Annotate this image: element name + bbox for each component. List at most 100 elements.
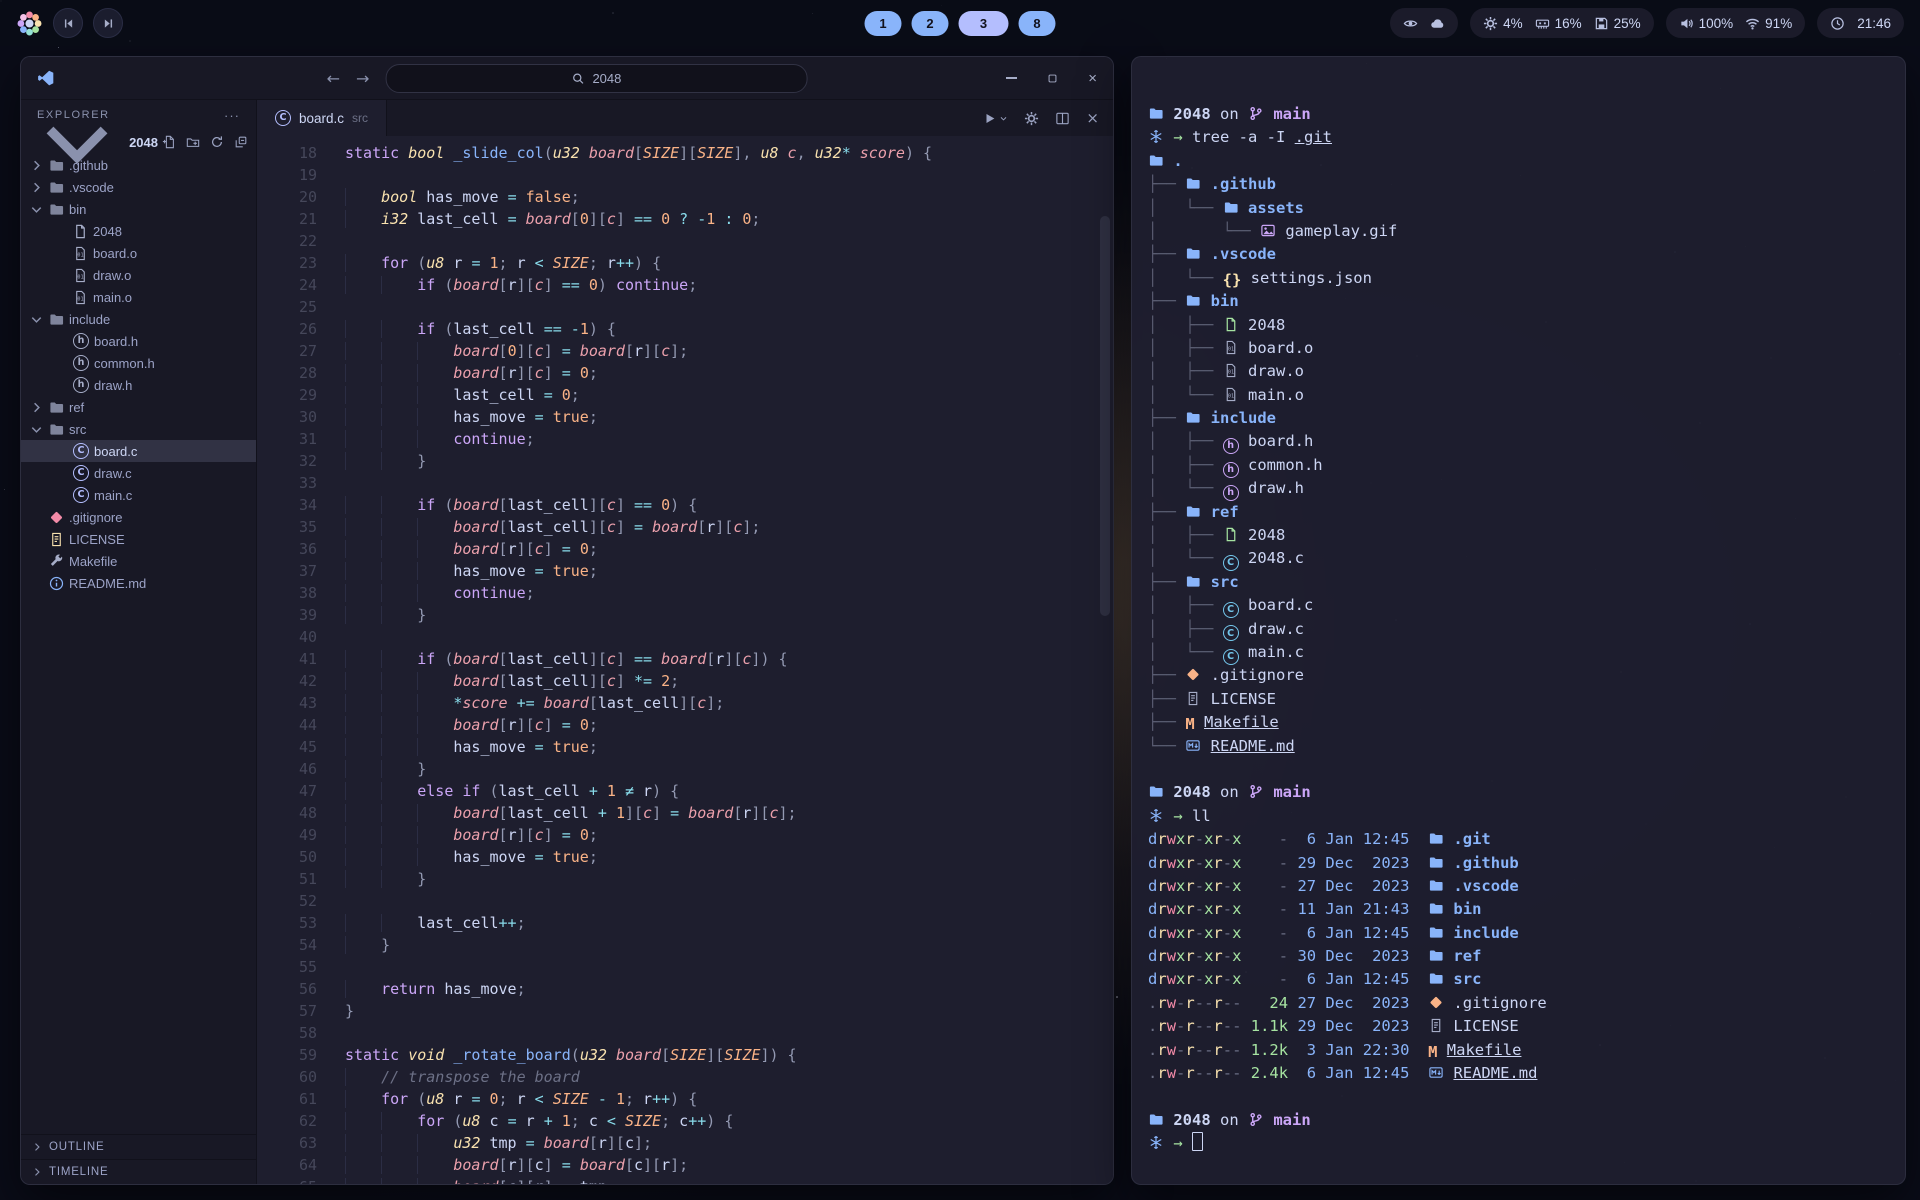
ram-value: 16% xyxy=(1555,16,1582,31)
file-row-bin[interactable]: bin xyxy=(21,198,256,220)
file-row-src[interactable]: src xyxy=(21,418,256,440)
file-row-draw.c[interactable]: Cdraw.c xyxy=(21,462,256,484)
search-value: 2048 xyxy=(592,71,621,86)
snowflake-icon xyxy=(1148,129,1164,144)
workspace-1[interactable]: 1 xyxy=(865,11,902,36)
volume-value: 100% xyxy=(1699,16,1734,31)
terminal-line: ├── src xyxy=(1148,571,1889,594)
workspace-2[interactable]: 2 xyxy=(912,11,949,36)
file-label: draw.c xyxy=(94,466,132,481)
file-row-board.h[interactable]: hboard.h xyxy=(21,330,256,352)
file-row-main.o[interactable]: 01main.o xyxy=(21,286,256,308)
file-label: draw.o xyxy=(93,268,131,283)
file-row-README.md[interactable]: README.md xyxy=(21,572,256,594)
launcher-logo-icon[interactable] xyxy=(16,10,43,37)
terminal-line: ├── LICENSE xyxy=(1148,688,1889,711)
project-root-row[interactable]: 2048 xyxy=(21,130,256,154)
terminal-output: 2048 on main → tree -a -I .git .├── .git… xyxy=(1132,57,1905,1156)
terminal-line: .rw-r--r-- 1.1k 29 Dec 2023 LICENSE xyxy=(1148,1015,1889,1038)
terminal-line: ├── bin xyxy=(1148,290,1889,313)
terminal-line: │ ├── C board.c xyxy=(1148,594,1889,617)
media-previous-icon xyxy=(62,17,75,30)
explorer-more-button[interactable]: ··· xyxy=(224,108,240,123)
folder-icon xyxy=(1148,1112,1164,1127)
code-line-45: 45 has_move = true; xyxy=(257,736,1113,758)
code-line-18: 18static bool _slide_col(u32 board[SIZE]… xyxy=(257,142,1113,164)
terminal-line: drwxr-xr-x - 6 Jan 12:45 src xyxy=(1148,968,1889,991)
folder-icon xyxy=(1185,504,1201,519)
new-file-button[interactable] xyxy=(162,135,176,149)
terminal-window[interactable]: 2048 on main → tree -a -I .git .├── .git… xyxy=(1131,56,1906,1185)
file-row-draw.o[interactable]: 01draw.o xyxy=(21,264,256,286)
workspace-3[interactable]: 3 xyxy=(959,11,1009,36)
file-row-2048[interactable]: 2048 xyxy=(21,220,256,242)
file-row-ref[interactable]: ref xyxy=(21,396,256,418)
media-previous-button[interactable] xyxy=(53,8,83,38)
volume-stat: 100% xyxy=(1679,16,1734,31)
code-line-44: 44 board[r][c] = 0; xyxy=(257,714,1113,736)
file-label: board.c xyxy=(94,444,137,459)
binary-icon: 01 xyxy=(1223,363,1239,378)
code-line-59: 59static void _rotate_board(u32 board[SI… xyxy=(257,1044,1113,1066)
new-folder-button[interactable] xyxy=(186,135,200,149)
editor-scrollbar[interactable] xyxy=(1100,216,1110,616)
c-file-icon: C xyxy=(275,110,291,126)
terminal-line: 2048 on main xyxy=(1148,103,1889,126)
file-row-.github[interactable]: .github xyxy=(21,154,256,176)
app-logo-icon xyxy=(37,69,55,87)
audio-network[interactable]: 100% 91% xyxy=(1666,8,1806,38)
clock-widget[interactable]: 21:46 xyxy=(1817,8,1904,38)
weather-widget[interactable] xyxy=(1390,8,1458,38)
code-line-29: 29 last_cell = 0; xyxy=(257,384,1113,406)
file-row-board.o[interactable]: 01board.o xyxy=(21,242,256,264)
terminal-line: drwxr-xr-x - 6 Jan 12:45 include xyxy=(1148,922,1889,945)
file-row-common.h[interactable]: hcommon.h xyxy=(21,352,256,374)
close-editor-button[interactable]: × xyxy=(1086,109,1099,127)
file-row-main.c[interactable]: Cmain.c xyxy=(21,484,256,506)
run-file-button[interactable] xyxy=(982,111,1008,126)
terminal-line: 2048 on main xyxy=(1148,1109,1889,1132)
nav-back-button[interactable]: ← xyxy=(327,69,340,88)
workspaces: 1238 xyxy=(865,11,1056,36)
chevD-icon xyxy=(29,422,44,437)
timeline-panel[interactable]: TIMELINE xyxy=(21,1159,256,1184)
command-search-box[interactable]: 2048 xyxy=(385,64,807,93)
file-icon xyxy=(1223,527,1239,542)
file-row-.gitignore[interactable]: .gitignore xyxy=(21,506,256,528)
editor-settings-button[interactable] xyxy=(1024,111,1039,126)
file-label: ref xyxy=(69,400,84,415)
chevR-icon xyxy=(29,180,44,195)
close-window-button[interactable]: × xyxy=(1088,70,1097,87)
workspace-8[interactable]: 8 xyxy=(1019,11,1056,36)
file-label: include xyxy=(69,312,110,327)
split-editor-button[interactable] xyxy=(1055,111,1070,126)
cbadge-icon: C xyxy=(1223,625,1239,641)
folder-icon xyxy=(1428,971,1444,986)
outline-panel[interactable]: OUTLINE xyxy=(21,1134,256,1159)
code-line-40: 40 xyxy=(257,626,1113,648)
media-next-button[interactable] xyxy=(93,8,123,38)
file-label: 2048 xyxy=(93,224,122,239)
code-editor[interactable]: 18static bool _slide_col(u32 board[SIZE]… xyxy=(257,136,1113,1184)
code-line-62: 62 for (u8 c = r + 1; c < SIZE; c++) { xyxy=(257,1110,1113,1132)
refresh-explorer-button[interactable] xyxy=(210,135,224,149)
file-row-.vscode[interactable]: .vscode xyxy=(21,176,256,198)
file-row-LICENSE[interactable]: LICENSE xyxy=(21,528,256,550)
terminal-line: │ └── h draw.h xyxy=(1148,477,1889,500)
editor-titlebar[interactable]: ← → 2048 × xyxy=(21,57,1113,100)
terminal-line: │ └── 01 main.o xyxy=(1148,384,1889,407)
tab-board-c[interactable]: C board.c src xyxy=(257,100,387,136)
file-label: main.o xyxy=(93,290,132,305)
file-row-Makefile[interactable]: Makefile xyxy=(21,550,256,572)
file-row-draw.h[interactable]: hdraw.h xyxy=(21,374,256,396)
collapse-folders-button[interactable] xyxy=(234,135,248,149)
terminal-line: ├── .vscode xyxy=(1148,243,1889,266)
system-stats[interactable]: 4% 16% 25% xyxy=(1470,8,1654,38)
maximize-button[interactable] xyxy=(1047,73,1058,84)
file-row-include[interactable]: include xyxy=(21,308,256,330)
file-label: board.h xyxy=(94,334,138,349)
code-line-36: 36 board[r][c] = 0; xyxy=(257,538,1113,560)
minimize-button[interactable] xyxy=(1006,77,1017,79)
file-row-board.c[interactable]: Cboard.c xyxy=(21,440,256,462)
nav-forward-button[interactable]: → xyxy=(356,69,369,88)
